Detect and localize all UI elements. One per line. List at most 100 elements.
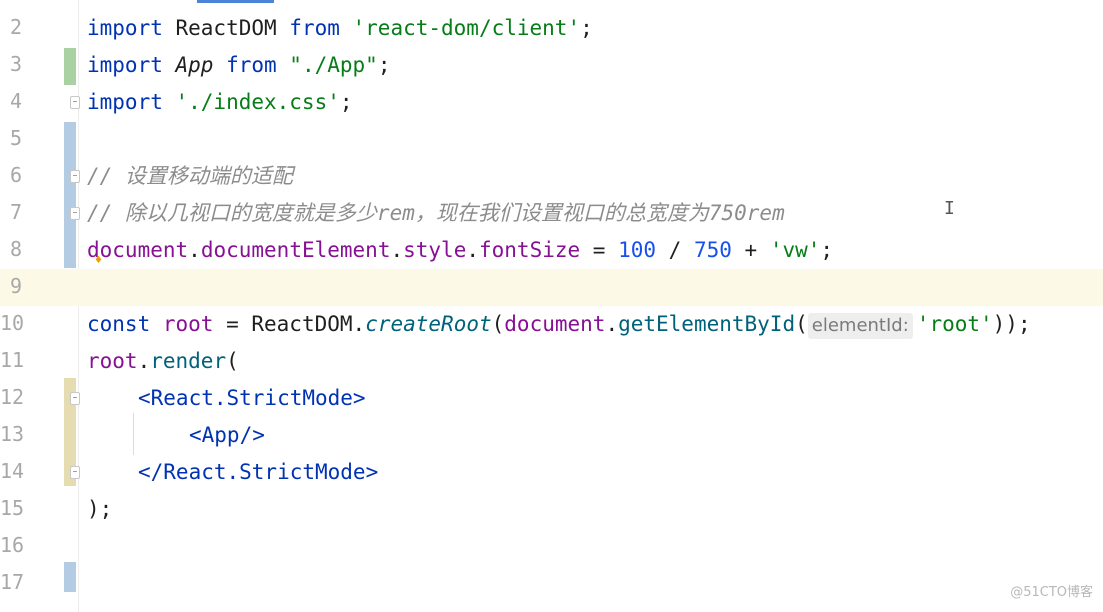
identifier-token: ReactDOM bbox=[251, 312, 353, 336]
code-line[interactable]: 17 bbox=[0, 565, 1103, 602]
code-text: ); bbox=[87, 496, 112, 523]
punctuation-token: . bbox=[188, 238, 201, 262]
punctuation-token: )); bbox=[992, 312, 1031, 336]
identifier-token: root bbox=[87, 349, 138, 373]
function-token: createRoot bbox=[365, 312, 492, 336]
punctuation-token: ); bbox=[87, 497, 113, 521]
number-token: 750 bbox=[693, 238, 732, 262]
code-line[interactable]: 10 const root = ReactDOM.createRoot(docu… bbox=[0, 306, 1103, 343]
operator-token: + bbox=[731, 238, 770, 262]
code-line[interactable]: 2 import ReactDOM from 'react-dom/client… bbox=[0, 10, 1103, 47]
code-text: root.render( bbox=[87, 348, 239, 375]
function-token: render bbox=[150, 349, 227, 373]
parameter-hint: elementId: bbox=[807, 313, 913, 339]
current-code-line[interactable]: 9 bbox=[0, 269, 1103, 306]
code-text: <App/> bbox=[189, 422, 265, 449]
line-number: 4 bbox=[9, 89, 22, 113]
punctuation-token: ; bbox=[580, 16, 593, 40]
line-number: 2 bbox=[9, 15, 22, 39]
punctuation-token: ( bbox=[795, 312, 808, 336]
fold-end-icon[interactable] bbox=[70, 96, 80, 109]
line-number: 15 bbox=[0, 496, 25, 520]
code-line[interactable]: 3 import App from "./App"; bbox=[0, 47, 1103, 84]
line-number: 10 bbox=[0, 311, 25, 335]
comment-text: // 设置移动端的适配 bbox=[87, 164, 293, 188]
jsx-tag-token: <React.StrictMode> bbox=[138, 386, 366, 410]
punctuation-token: ; bbox=[377, 53, 391, 77]
number-token: 100 bbox=[618, 238, 657, 262]
jsx-tag-token: <App/> bbox=[189, 423, 265, 447]
string-token: 'vw' bbox=[769, 238, 821, 262]
punctuation-token: . bbox=[137, 349, 151, 373]
code-line[interactable]: 12 <React.StrictMode> bbox=[0, 380, 1103, 417]
identifier-token: App bbox=[162, 53, 227, 77]
fold-end-icon[interactable] bbox=[70, 207, 80, 220]
code-text: import './index.css'; bbox=[87, 89, 353, 116]
operator-token: / bbox=[656, 238, 694, 262]
line-number: 6 bbox=[9, 163, 22, 187]
property-token: style bbox=[403, 238, 467, 262]
line-number: 5 bbox=[9, 126, 22, 150]
line-number: 13 bbox=[0, 422, 25, 446]
punctuation-token: . bbox=[605, 312, 619, 336]
fold-start-icon[interactable] bbox=[70, 392, 80, 405]
code-editor[interactable]: 2 import ReactDOM from 'react-dom/client… bbox=[0, 0, 1103, 612]
keyword-token: import bbox=[87, 53, 163, 77]
watermark: @51CTO博客 bbox=[1010, 585, 1093, 600]
identifier-token: ReactDOM bbox=[162, 16, 290, 40]
property-token: documentElement bbox=[200, 238, 391, 262]
fold-start-icon[interactable] bbox=[70, 170, 80, 183]
punctuation-token: ; bbox=[339, 90, 353, 114]
line-number: 8 bbox=[9, 237, 22, 261]
punctuation-token: ( bbox=[226, 349, 239, 373]
comment-text: // 除以几视口的宽度就是多少rem，现在我们设置视口的总宽度为750rem bbox=[87, 201, 785, 225]
operator-token: = bbox=[213, 312, 252, 336]
line-number: 16 bbox=[0, 533, 25, 557]
string-token: "./App" bbox=[276, 53, 378, 77]
text-cursor-icon: I bbox=[944, 198, 955, 219]
line-number: 12 bbox=[0, 385, 25, 409]
code-line[interactable]: 5 bbox=[0, 121, 1103, 158]
string-token: 'root' bbox=[916, 312, 993, 336]
identifier-token: root bbox=[150, 312, 214, 336]
jsx-tag-token: </React.StrictMode> bbox=[138, 460, 379, 484]
string-token: 'react-dom/client' bbox=[339, 16, 581, 40]
line-number: 14 bbox=[0, 459, 25, 483]
code-text: document.documentElement.style.fontSize … bbox=[87, 237, 833, 264]
code-line[interactable]: 14 </React.StrictMode> bbox=[0, 454, 1103, 491]
code-text: const root = ReactDOM.createRoot(documen… bbox=[87, 311, 1031, 339]
function-token: getElementById bbox=[618, 312, 796, 336]
intention-bulb-icon[interactable]: ♦ bbox=[94, 256, 103, 266]
operator-token: = bbox=[580, 238, 619, 262]
active-tab-indicator bbox=[197, 0, 274, 3]
punctuation-token: . bbox=[352, 312, 366, 336]
identifier-token: document bbox=[504, 312, 606, 336]
punctuation-token: . bbox=[390, 238, 404, 262]
punctuation-token: ( bbox=[491, 312, 505, 336]
code-text: </React.StrictMode> bbox=[138, 459, 378, 486]
line-number: 17 bbox=[0, 570, 25, 594]
code-line[interactable]: 4 import './index.css'; bbox=[0, 84, 1103, 121]
property-token: fontSize bbox=[479, 238, 581, 262]
string-token: './index.css' bbox=[162, 90, 340, 114]
indent-guide bbox=[133, 413, 134, 455]
keyword-token: import bbox=[87, 90, 163, 114]
code-line[interactable]: 16 bbox=[0, 528, 1103, 565]
code-line[interactable]: 6 // 设置移动端的适配 bbox=[0, 158, 1103, 195]
line-number: 3 bbox=[9, 52, 22, 76]
punctuation-token: ; bbox=[820, 238, 834, 262]
keyword-token: const bbox=[87, 312, 151, 336]
line-number: 9 bbox=[9, 274, 22, 298]
code-line[interactable]: 15 ); bbox=[0, 491, 1103, 528]
keyword-token: import bbox=[87, 16, 163, 40]
keyword-token: from bbox=[289, 16, 340, 40]
keyword-token: from bbox=[226, 53, 277, 77]
code-line[interactable]: 11 root.render( bbox=[0, 343, 1103, 380]
code-text: import App from "./App"; bbox=[87, 52, 390, 79]
code-line[interactable]: 8 document.documentElement.style.fontSiz… bbox=[0, 232, 1103, 269]
line-number: 7 bbox=[9, 200, 22, 224]
code-line[interactable]: 13 <App/> bbox=[0, 417, 1103, 454]
fold-end-icon[interactable] bbox=[70, 466, 80, 479]
punctuation-token: . bbox=[466, 238, 479, 262]
code-line[interactable]: 7 // 除以几视口的宽度就是多少rem，现在我们设置视口的总宽度为750rem bbox=[0, 195, 1103, 232]
